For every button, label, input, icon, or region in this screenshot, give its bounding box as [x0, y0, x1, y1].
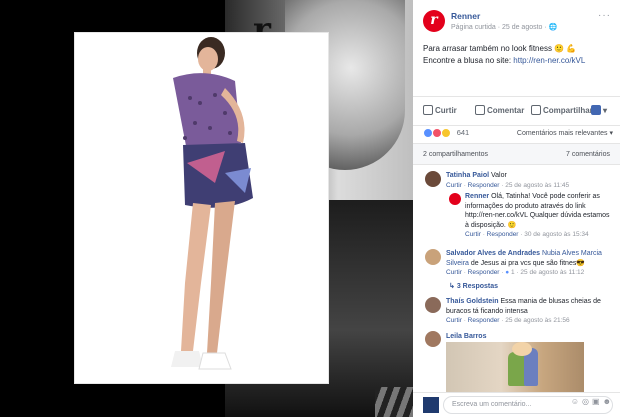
camera-icon[interactable]: ◎ [582, 397, 592, 406]
comment-text: de Jesus ai pra vcs que são fitnes😎 [468, 259, 586, 267]
wow-reaction-icon [441, 128, 452, 138]
post-line-1: Para arrasar também no look fitness 🙂 💪 [423, 44, 577, 53]
post-meta: Página curtida · 25 de agosto · 🌐 [451, 24, 558, 31]
commenter-name[interactable]: Renner [465, 193, 489, 200]
view-replies-link[interactable]: ↳ 3 Respostas [449, 282, 498, 290]
post-text: Para arrasar também no look fitness 🙂 💪 … [423, 43, 613, 67]
comment-like-link[interactable]: Curtir [446, 317, 462, 324]
more-options-icon[interactable]: ··· [598, 10, 611, 21]
comment-button[interactable]: Comentar [475, 105, 524, 115]
comment-meta: Curtir · Responder · 30 de agosto às 15:… [465, 231, 589, 238]
comment-label: Comentar [487, 106, 525, 115]
comment-meta: Curtir · Responder · ● 1 · 25 de agosto … [446, 269, 585, 276]
comment-like-link[interactable]: Curtir [446, 182, 462, 189]
avatar[interactable] [425, 171, 441, 187]
comment-like-link[interactable]: Curtir [446, 269, 462, 276]
renner-reply-avatar[interactable] [449, 193, 461, 205]
comment-time: 25 de agosto às 21:56 [505, 317, 570, 324]
comment: Thaís Goldstein Essa mania de blusas che… [446, 297, 616, 326]
audience-button[interactable]: ▾ [591, 105, 607, 115]
comment-reply-link[interactable]: Responder [468, 269, 500, 276]
photo-viewer[interactable]: r [0, 0, 413, 417]
page-name-link[interactable]: Renner [451, 11, 480, 21]
share-icon [531, 105, 541, 115]
write-comment-bar: Escreva um comentário... ☺◎▣☻ [413, 392, 620, 417]
comment-icon [475, 105, 485, 115]
comment-input-icons[interactable]: ☺◎▣☻ [571, 397, 614, 406]
comment-meta: Curtir · Responder · 25 de agosto às 21:… [446, 317, 570, 324]
reply-comment: Renner Olá, Tatinha! Você pode conferir … [465, 192, 615, 240]
thumbs-up-icon [423, 105, 433, 115]
avatar[interactable] [425, 249, 441, 265]
comment-like-count: 1 [511, 269, 515, 276]
reaction-count[interactable]: 641 [457, 128, 470, 137]
comment-meta: Curtir · Responder · 25 de agosto às 11:… [446, 181, 570, 189]
model-illustration [171, 37, 253, 370]
comment-text-2: http://ren-ner.co/kVL Qualquer dúvida es… [465, 212, 610, 229]
product-photo [75, 33, 328, 383]
commenter-name[interactable]: Tatinha Paiol [446, 172, 489, 179]
avatar[interactable] [425, 331, 441, 347]
comment-reply-link[interactable]: Responder [468, 317, 500, 324]
commenter-name[interactable]: Salvador Alves de Andrades [446, 250, 540, 257]
comment-text: Valor [491, 172, 507, 179]
sticker-icon[interactable]: ☻ [603, 397, 614, 406]
commenter-name[interactable]: Thaís Goldstein [446, 298, 499, 305]
comment-gif-image[interactable] [446, 342, 584, 392]
comment-sort-dropdown[interactable]: Comentários mais relevantes ▾ [517, 129, 613, 137]
comment: Salvador Alves de Andrades Nubia Alves M… [446, 249, 616, 278]
profile-icon [591, 105, 601, 115]
post-actions: Curtir Comentar Compartilhar ▾ [413, 96, 620, 126]
avatar[interactable] [425, 297, 441, 313]
post-line-2-prefix: Encontre a blusa no site: [423, 56, 514, 65]
comment: Leila Barros [446, 332, 616, 342]
comment-reply-link[interactable]: Responder [487, 231, 519, 238]
comment-time: 25 de agosto às 11:12 [520, 269, 585, 276]
like-count-icon: ● [505, 269, 510, 276]
gif-icon[interactable]: ▣ [592, 397, 603, 406]
replies-label: 3 Respostas [456, 283, 499, 290]
comment-time: 25 de agosto às 11:45 [505, 181, 570, 189]
like-button[interactable]: Curtir [423, 105, 457, 115]
post-link[interactable]: http://ren-ner.co/kVL [513, 56, 585, 65]
comment-time: 30 de agosto às 15:34 [524, 231, 589, 238]
post-header: r Renner Página curtida · 25 de agosto ·… [423, 8, 613, 38]
renner-avatar[interactable]: r [423, 10, 445, 32]
post-line-2: Encontre a blusa no site: http://ren-ner… [423, 55, 613, 67]
comment-reply-link[interactable]: Responder [468, 182, 500, 189]
comment: Tatinha Paiol Valor Curtir · Responder ·… [446, 171, 616, 190]
emoji-icon[interactable]: ☺ [571, 397, 582, 406]
reactions-bar[interactable]: 641 Comentários mais relevantes ▾ [423, 128, 613, 140]
share-count[interactable]: 2 compartilhamentos [423, 151, 488, 158]
striped-fabric [375, 387, 413, 417]
share-label: Compartilhar [543, 106, 593, 115]
avatar [423, 397, 439, 413]
like-label: Curtir [435, 106, 457, 115]
commenter-name[interactable]: Leila Barros [446, 333, 486, 340]
gif-figure-head [512, 342, 532, 356]
post-stats: 2 compartilhamentos 7 comentários [413, 143, 620, 165]
share-button[interactable]: Compartilhar [531, 105, 593, 115]
comment-count[interactable]: 7 comentários [566, 151, 610, 158]
comment-like-link[interactable]: Curtir [465, 231, 481, 238]
